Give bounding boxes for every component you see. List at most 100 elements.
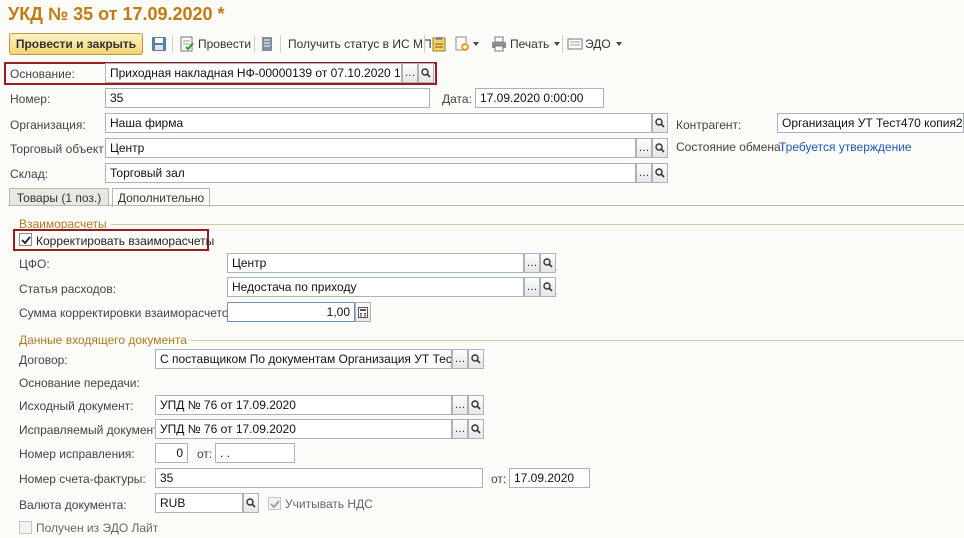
nomer-sf-field[interactable]: 35 — [155, 468, 483, 488]
summa-label: Сумма корректировки взаиморасчетов: — [19, 306, 239, 320]
post-button[interactable]: Провести — [179, 34, 251, 54]
magnifier-icon — [543, 258, 553, 268]
summa-field[interactable]: 1,00 — [227, 302, 355, 322]
osnovanie-field[interactable]: Приходная накладная НФ-00000139 от 07.10… — [105, 63, 402, 83]
torg-label: Торговый объект: — [10, 142, 108, 156]
osnovanie-label: Основание: — [10, 67, 75, 81]
sklad-label: Склад: — [10, 167, 49, 181]
post-icon — [180, 36, 194, 52]
tab-tovary[interactable]: Товары (1 поз.) — [9, 188, 109, 206]
chevron-down-icon — [473, 42, 479, 46]
iskhodny-field[interactable]: УПД № 76 от 17.09.2020 — [155, 395, 452, 415]
valuta-label: Валюта документа: — [19, 498, 127, 512]
statya-open-button[interactable] — [540, 277, 556, 297]
toolbar-divider — [424, 35, 425, 53]
iskhodny-label: Исходный документ: — [19, 399, 134, 413]
nomer-ispr-label: Номер исправления: — [19, 447, 135, 461]
task-button[interactable] — [431, 34, 447, 54]
edo-lite-label: Получен из ЭДО Лайт — [36, 521, 159, 535]
journal-button[interactable] — [260, 34, 274, 54]
torg-select-button[interactable]: … — [636, 138, 652, 158]
magnifier-icon — [246, 498, 256, 508]
cfo-select-button[interactable]: … — [524, 253, 540, 273]
sklad-field[interactable]: Торговый зал — [105, 163, 636, 183]
print-button[interactable]: Печать — [491, 34, 561, 54]
magnifier-icon — [543, 282, 553, 292]
date-field[interactable]: 17.09.2020 0:00:00 — [475, 88, 604, 108]
magnifier-icon — [471, 400, 481, 410]
org-field[interactable]: Наша фирма — [105, 113, 652, 133]
osnovanie-open-button[interactable] — [418, 63, 434, 83]
kontragent-field[interactable]: Организация УТ Тест470 копия2 — [777, 113, 964, 133]
edo-label: ЭДО — [585, 37, 611, 51]
checkmark-icon — [20, 235, 31, 244]
printer-icon — [492, 36, 506, 52]
data-label: Дата: — [442, 92, 472, 106]
iskhodny-select-button[interactable]: … — [452, 395, 468, 415]
iskhodny-open-button[interactable] — [468, 395, 484, 415]
magnifier-icon — [421, 68, 431, 78]
save-icon — [152, 37, 166, 51]
sklad-open-button[interactable] — [652, 163, 668, 183]
dogovor-select-button[interactable]: … — [452, 349, 468, 369]
korrekt-label[interactable]: Корректировать взаиморасчеты — [36, 234, 214, 248]
nds-checkbox[interactable] — [268, 497, 281, 510]
cfo-open-button[interactable] — [540, 253, 556, 273]
magnifier-icon — [471, 354, 481, 364]
edo-lite-checkbox[interactable] — [19, 521, 32, 534]
valuta-field[interactable]: RUB — [155, 493, 243, 513]
magnifier-icon — [655, 118, 665, 128]
create-based-on-button[interactable] — [454, 34, 480, 54]
ispravl-label: Исправляемый документ: — [19, 423, 162, 437]
ispravl-open-button[interactable] — [468, 419, 484, 439]
dogovor-open-button[interactable] — [468, 349, 484, 369]
ispravl-select-button[interactable]: … — [452, 419, 468, 439]
statya-select-button[interactable]: … — [524, 277, 540, 297]
org-label: Организация: — [10, 118, 86, 132]
post-and-close-button[interactable]: Провести и закрыть — [9, 33, 143, 55]
clipboard-icon — [432, 37, 446, 52]
magnifier-icon — [471, 424, 481, 434]
nomer-label: Номер: — [10, 92, 51, 106]
statya-label: Статья расходов: — [19, 282, 117, 296]
incoming-group-title: Данные входящего документа — [19, 333, 964, 347]
cfo-field[interactable]: Центр — [227, 253, 524, 273]
nomer-ispr-field[interactable]: 0 — [155, 443, 188, 463]
osn-peredachi-label: Основание передачи: — [19, 376, 140, 390]
toolbar-divider — [172, 35, 173, 53]
document-create-icon — [455, 36, 469, 51]
calculator-button[interactable] — [355, 302, 371, 322]
post-label: Провести — [198, 37, 252, 51]
state-link[interactable]: Требуется утверждение — [779, 140, 912, 154]
edo-icon — [567, 38, 583, 50]
ot-sf-label: от: — [491, 472, 507, 486]
torg-open-button[interactable] — [652, 138, 668, 158]
statya-field[interactable]: Недостача по приходу — [227, 277, 524, 297]
kontragent-label: Контрагент: — [676, 118, 742, 132]
org-open-button[interactable] — [652, 113, 668, 133]
print-label: Печать — [510, 37, 550, 51]
edo-button[interactable]: ЭДО — [567, 34, 623, 54]
nomer-sf-label: Номер счета-фактуры: — [19, 472, 146, 486]
journal-icon — [262, 37, 272, 51]
valuta-open-button[interactable] — [243, 493, 259, 513]
toolbar-divider — [562, 35, 563, 53]
toolbar-divider — [254, 35, 255, 53]
ot-sf-field[interactable]: 17.09.2020 — [509, 468, 590, 488]
dogovor-field[interactable]: С поставщиком По документам Организация … — [155, 349, 452, 369]
incoming-group-label: Данные входящего документа — [19, 333, 187, 347]
ot-ispr-label: от: — [197, 447, 213, 461]
checkmark-icon — [269, 499, 280, 508]
chevron-down-icon — [615, 42, 622, 46]
torg-field[interactable]: Центр — [105, 138, 636, 158]
korrekt-checkbox[interactable] — [19, 233, 32, 246]
save-button[interactable] — [151, 34, 167, 54]
nomer-field[interactable]: 35 — [105, 88, 430, 108]
cfo-label: ЦФО: — [19, 257, 50, 271]
ot-ispr-field[interactable]: . . — [215, 443, 295, 463]
get-status-button[interactable]: Получить статус в ИС МП — [288, 34, 432, 54]
osnovanie-select-button[interactable]: … — [402, 63, 418, 83]
sklad-select-button[interactable]: … — [636, 163, 652, 183]
ispravl-field[interactable]: УПД № 76 от 17.09.2020 — [155, 419, 452, 439]
nds-label: Учитывать НДС — [285, 497, 373, 511]
